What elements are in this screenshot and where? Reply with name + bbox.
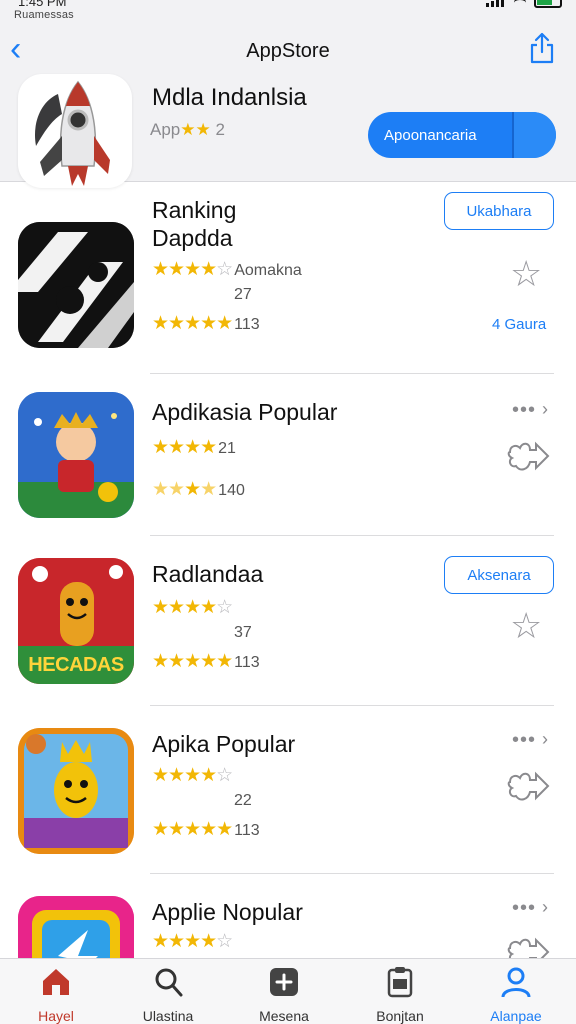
share-out-icon[interactable] [506,768,552,808]
more-icon[interactable]: ••• [512,898,536,918]
tab-label: Mesena [259,1008,309,1024]
clipboard-icon [387,967,413,998]
status-time: 1:45 PM [18,0,67,9]
search-icon [155,968,183,997]
featured-title: Mdla Indanlsia [152,84,307,111]
rating-stars: ★★★★☆ [152,765,233,786]
app-link[interactable]: 4 Gaura [492,316,546,333]
rating-stars: ★★★★☆ [152,597,233,618]
person-icon [501,967,531,998]
wifi-icon [514,0,526,7]
chevron-right-icon[interactable]: › [542,897,548,917]
tab-clipboard[interactable]: Bonjtan [350,965,450,1024]
tab-label: Hayel [38,1008,74,1024]
share-out-icon[interactable] [506,934,552,958]
tab-search[interactable]: Ulastina [118,965,218,1024]
featured-get-button[interactable]: Apoonancaria [368,112,556,158]
more-icon[interactable]: ••• [512,400,536,420]
app-title: Radlandaa [152,561,264,587]
rating-stars: ★★★★ 21 [152,437,236,458]
rating-stars-secondary: ★★★★★ 113 [152,651,260,672]
featured-app[interactable]: Mdla Indanlsia App★★ 2 Apoonancaria [0,74,576,188]
signal-icon [486,0,506,7]
status-bar: 1:45 PM Ruamessas [0,0,576,28]
app-title: Applie Nopular [152,899,303,925]
more-icon[interactable]: ••• [512,730,536,750]
banana-king-app-icon[interactable] [18,728,134,854]
rating-stars: ★★★★☆ [152,931,233,952]
rocket-icon[interactable] [18,74,132,188]
share-icon[interactable] [528,32,556,64]
tab-home[interactable]: Hayel [6,965,106,1024]
tab-add[interactable]: Mesena [234,965,334,1024]
rating-count: 27 [234,286,252,303]
list-item[interactable]: Applie Nopular ★★★★☆ ••• › [0,874,576,958]
tab-bar: Hayel Ulastina Mesena Bonjtan Alanpae [0,958,576,1024]
app-title: Apdikasia Popular [152,399,338,425]
chevron-right-icon[interactable]: › [542,729,548,749]
tab-label: Ulastina [142,1008,194,1024]
app-action-button[interactable]: Ukabhara [444,192,554,230]
battery-icon [534,0,562,8]
app-title: Ranking [152,197,237,223]
icon-caption: HECADAS [28,654,124,676]
page-title: AppStore [246,40,330,62]
chevron-right-icon[interactable]: › [542,399,548,419]
colorful-square-app-icon[interactable] [18,896,134,958]
cartoon-stick-app-icon[interactable]: HECADAS [18,558,134,684]
plus-square-icon [270,968,298,996]
rating-stars-secondary: ★★★★★ 113 [152,313,260,334]
status-icons [486,0,562,8]
rating-stars-secondary: ★★★★ 140 [152,479,245,500]
dark-abstract-app-icon[interactable] [18,222,134,348]
app-title: Apika Popular [152,731,296,757]
star-outline-icon[interactable]: ☆ [510,608,542,644]
list-item[interactable]: HECADAS Radlandaa ★★★★☆ 37 ★★★★★ 113 Akse… [0,536,576,706]
star-outline-icon[interactable]: ☆ [510,256,542,292]
status-carrier: Ruamessas [14,9,74,21]
rating-stars-secondary: ★★★★★ 113 [152,819,260,840]
list-item[interactable]: Apika Popular ★★★★☆ 22 ★★★★★ 113 ••• › [0,706,576,874]
tab-label: Bonjtan [376,1008,424,1024]
tab-profile[interactable]: Alanpae [466,965,566,1024]
share-out-icon[interactable] [506,438,552,478]
list-item[interactable]: Ranking Dapdda ★★★★☆ Aomakna 27 ★★★★★ 113 … [0,182,576,374]
featured-subtitle: App★★ 2 [150,120,225,139]
rating-count: 22 [234,792,252,809]
nav-bar: ‹ AppStore [0,28,576,74]
rating-stars: ★★★★☆ Aomakna [152,259,302,280]
tab-label: Alanpae [490,1008,542,1024]
list-item[interactable]: Apdikasia Popular ★★★★ 21 ★★★★ 140 ••• › [0,374,576,536]
cartoon-boy-app-icon[interactable] [18,392,134,518]
home-icon [43,969,69,995]
rating-count: 37 [234,624,252,641]
app-subtitle: Dapdda [152,225,233,251]
app-action-button[interactable]: Aksenara [444,556,554,594]
